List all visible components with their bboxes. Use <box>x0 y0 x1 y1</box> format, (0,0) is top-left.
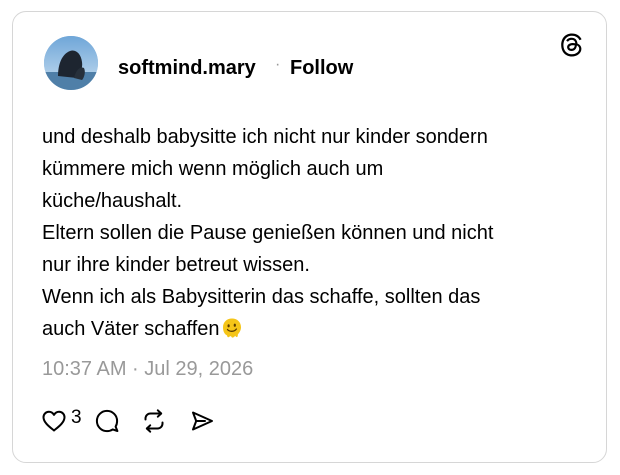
send-icon <box>192 411 213 431</box>
post-timestamp[interactable]: 10:37 AM · Jul 29, 2026 <box>42 358 253 381</box>
post-text-line: küche/haushalt. <box>42 190 183 212</box>
post-text: und deshalb babysitte ich nicht nur kind… <box>42 121 582 349</box>
author-name[interactable]: softmind.mary <box>118 57 256 80</box>
follow-button[interactable]: Follow <box>290 57 353 80</box>
post-text-line: kümmere mich wenn möglich auch um <box>42 158 384 180</box>
threads-post-card: softmind.mary · Follow und deshalb babys… <box>12 11 607 463</box>
like-count: 3 <box>71 407 82 428</box>
repost-button[interactable] <box>140 407 168 440</box>
post-text-line: Wenn ich als Babysitterin das schaffe, s… <box>42 286 481 308</box>
post-text-line: Eltern sollen die Pause genießen können … <box>42 222 494 244</box>
reply-button[interactable] <box>93 407 121 440</box>
repost-icon <box>144 409 164 433</box>
avatar-image <box>44 36 98 90</box>
threads-logo-icon[interactable] <box>559 32 585 58</box>
post-text-line-last: auch Väter schaffen <box>42 313 582 349</box>
share-button[interactable] <box>188 407 216 440</box>
comment-icon <box>95 409 119 433</box>
melting-face-emoji-icon <box>221 317 243 349</box>
post-text-line: und deshalb babysitte ich nicht nur kind… <box>42 126 488 148</box>
avatar[interactable] <box>44 36 98 90</box>
heart-icon <box>42 410 66 432</box>
post-text-line: auch Väter schaffen <box>42 318 220 340</box>
separator-dot: · <box>275 56 281 73</box>
like-button[interactable] <box>40 407 68 440</box>
post-text-line: nur ihre kinder betreut wissen. <box>42 254 310 276</box>
